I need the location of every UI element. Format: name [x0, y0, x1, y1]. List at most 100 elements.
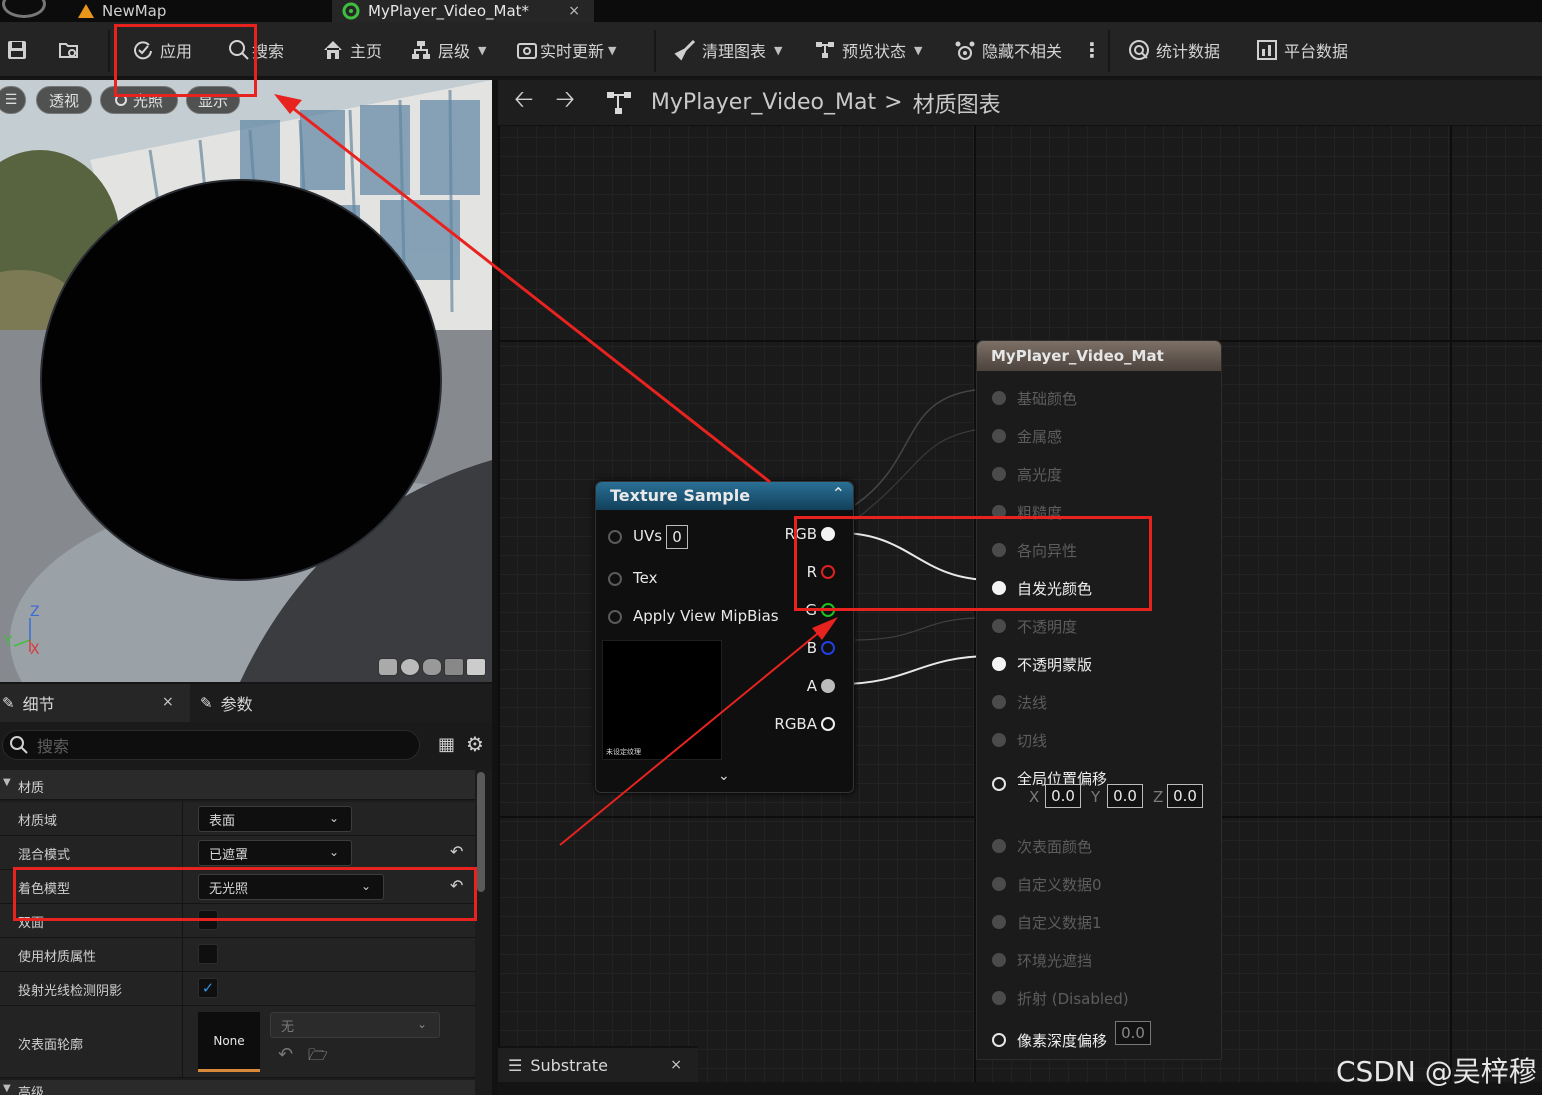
back-arrow-icon[interactable]: 🡠 [514, 82, 533, 123]
node-header[interactable]: MyPlayer_Video_Mat [977, 341, 1221, 371]
folder-search-icon [59, 43, 78, 58]
sphere-mesh-icon[interactable] [400, 658, 420, 676]
cube-mesh-icon[interactable] [444, 658, 464, 676]
search-icon [10, 736, 28, 754]
material-domain-value: 表面 [209, 813, 236, 829]
hide-unrelated-button[interactable]: 隐藏不相关 [954, 22, 1062, 78]
tab-parameters[interactable]: ✎ 参数 [200, 684, 253, 722]
breadcrumb-asset[interactable]: MyPlayer_Video_Mat [651, 90, 876, 115]
section-advanced[interactable]: ▼ 高级 [0, 1080, 475, 1095]
material-input-pin[interactable] [992, 391, 1006, 405]
stats-label: 统计数据 [1156, 42, 1221, 61]
rgba-output-label: RGBA [774, 715, 817, 733]
chevron-down-icon: ▼ [914, 43, 923, 57]
texture-preview-thumbnail: 未设定纹理 [602, 640, 722, 760]
material-result-node[interactable]: MyPlayer_Video_Mat 基础颜色 金属感 高光度 粗糙度 各向异性 自发光颜… [976, 340, 1222, 1060]
settings-gear-icon[interactable]: ⚙ [466, 732, 484, 756]
material-input-pin[interactable] [992, 657, 1006, 671]
plane-mesh-icon[interactable] [422, 658, 442, 676]
preview-state-button[interactable]: 预览状态 ▼ [814, 22, 922, 78]
material-input-pin[interactable] [992, 467, 1006, 481]
substrate-tab[interactable]: ☰ Substrate × [498, 1046, 698, 1082]
material-input-pin[interactable] [992, 695, 1006, 709]
browse-asset-icon[interactable]: 🗁 [308, 1044, 328, 1071]
material-input-pin[interactable] [992, 619, 1006, 633]
uvs-value[interactable]: 0 [666, 525, 688, 549]
table-view-icon[interactable]: ▦ [438, 734, 455, 755]
blend-mode-value: 已遮罩 [209, 847, 249, 863]
material-input-pin[interactable] [992, 733, 1006, 747]
b-output-pin[interactable] [821, 641, 835, 655]
save-button[interactable] [6, 22, 28, 78]
blend-mode-dropdown[interactable]: 已遮罩 ⌄ [198, 840, 352, 866]
material-input-pin[interactable] [992, 429, 1006, 443]
tab-material[interactable]: MyPlayer_Video_Mat* × [332, 0, 594, 22]
tab-details[interactable]: ✎ 细节 [2, 684, 55, 722]
breadcrumb-graph[interactable]: 材质图表 [913, 87, 1001, 119]
subsurface-asset-dropdown[interactable]: 无 ⌄ [270, 1012, 440, 1038]
uvs-input-pin[interactable] [608, 530, 622, 544]
mipbias-input-pin[interactable] [608, 610, 622, 624]
hierarchy-button[interactable]: 层级 ▼ [410, 22, 486, 78]
graph-breadcrumb-bar: 🡠 🡢 MyPlayer_Video_Mat > 材质图表 [498, 80, 1542, 126]
material-input-pin[interactable] [992, 991, 1006, 1005]
stats-button[interactable]: 统计数据 [1128, 22, 1220, 78]
viewport-scene [0, 80, 492, 682]
section-material[interactable]: ▼ 材质 [0, 770, 475, 800]
unreal-logo-icon[interactable] [2, 0, 46, 18]
material-input-pin[interactable] [992, 877, 1006, 891]
wpo-z-field[interactable]: 0.0 [1167, 784, 1203, 808]
more-options-button[interactable]: ⋮ [1082, 22, 1102, 78]
wpo-axis-label: Y [1091, 788, 1101, 806]
live-update-button[interactable]: 实时更新 ▼ [516, 22, 616, 78]
perspective-button[interactable]: 透视 [36, 86, 92, 114]
material-input-pin[interactable] [992, 953, 1006, 967]
material-input-pin[interactable] [992, 1033, 1006, 1047]
material-domain-dropdown[interactable]: 表面 ⌄ [198, 806, 352, 832]
material-input-pin[interactable] [992, 777, 1006, 791]
raytraced-shadows-checkbox[interactable]: ✓ [198, 978, 218, 998]
reset-to-default-icon[interactable]: ↶ [450, 842, 463, 861]
browse-button[interactable] [58, 22, 80, 78]
a-output-pin[interactable] [821, 679, 835, 693]
teapot-mesh-icon[interactable] [466, 658, 486, 676]
node-header[interactable]: Texture Sample ⌃ [596, 482, 853, 510]
material-input-label: 金属感 [1017, 428, 1063, 446]
toolbar-separator [654, 30, 656, 72]
close-tab-button[interactable]: × [568, 3, 580, 19]
close-details-button[interactable]: × [162, 694, 174, 710]
chevron-down-icon: ▼ [774, 43, 783, 57]
collapse-chevron-icon[interactable]: ⌃ [832, 484, 845, 503]
details-scrollbar[interactable] [477, 772, 485, 892]
close-substrate-button[interactable]: × [670, 1057, 682, 1073]
subsurface-profile-label: 次表面轮廓 [18, 1038, 84, 1053]
tex-input-pin[interactable] [608, 572, 622, 586]
expand-chevron-icon[interactable]: ⌄ [718, 768, 730, 784]
preview-mesh-selector [378, 658, 486, 676]
row-raytraced-shadows: 投射光线检测阴影 ✓ [0, 972, 475, 1006]
wpo-y-field[interactable]: 0.0 [1107, 784, 1143, 808]
clean-graph-button[interactable]: 清理图表 ▼ [674, 22, 782, 78]
forward-arrow-icon[interactable]: 🡢 [555, 82, 574, 123]
use-selected-icon[interactable]: ↶ [278, 1044, 293, 1065]
preview-viewport[interactable]: ☰ 透视 光照 显示 Z Y X [0, 80, 492, 682]
material-input-pin[interactable] [992, 839, 1006, 853]
pixel-depth-offset-field[interactable]: 0.0 [1115, 1021, 1151, 1045]
platform-stats-button[interactable]: 平台数据 [1256, 22, 1348, 78]
home-button[interactable]: 主页 [322, 22, 382, 78]
material-input-pin[interactable] [992, 915, 1006, 929]
rgba-output-pin[interactable] [821, 717, 835, 731]
cylinder-mesh-icon[interactable] [378, 658, 398, 676]
wpo-x-field[interactable]: 0.0 [1045, 784, 1081, 808]
subsurface-thumbnail[interactable]: None [198, 1012, 260, 1072]
search-field[interactable]: 搜索 [2, 730, 420, 760]
use-material-attributes-checkbox[interactable] [198, 944, 218, 964]
preview-state-icon [816, 42, 834, 58]
splitter[interactable] [492, 80, 498, 1095]
more-vertical-icon: ⋮ [1082, 38, 1102, 62]
b-output-label: B [806, 639, 817, 657]
blend-mode-label: 混合模式 [18, 848, 71, 863]
material-input-label: 不透明度 [1017, 618, 1078, 636]
breadcrumb-separator: > [884, 90, 903, 115]
tab-newmap[interactable]: NewMap [66, 0, 328, 22]
